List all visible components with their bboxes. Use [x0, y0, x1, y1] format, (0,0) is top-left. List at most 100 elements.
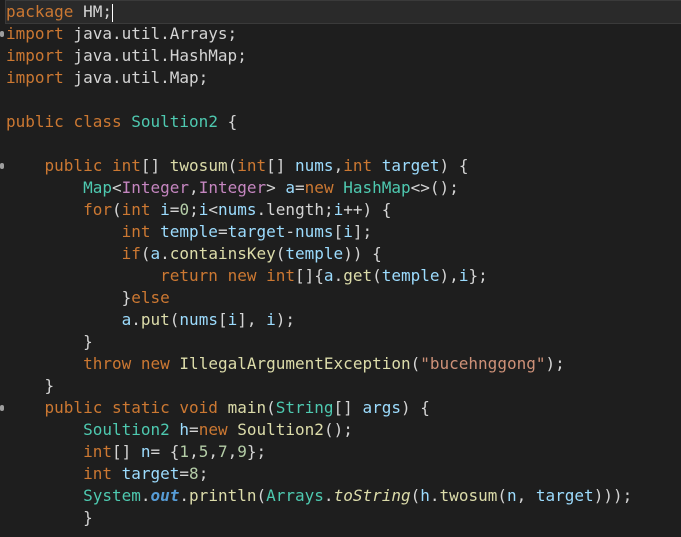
code-line[interactable]: return new int[]{a.get(temple),i}; — [6, 265, 681, 287]
code-token: ; — [198, 464, 209, 483]
code-token: "bucehnggong" — [420, 354, 546, 373]
code-line[interactable]: throw new IllegalArgumentException("buce… — [6, 353, 681, 375]
code-line[interactable]: } — [6, 375, 681, 397]
code-line[interactable]: Map<Integer,Integer> a=new HashMap<>(); — [6, 177, 681, 199]
code-line[interactable]: public class Soultion2 { — [6, 111, 681, 133]
code-token: HM; — [73, 2, 112, 21]
code-line[interactable]: package HM; — [5, 0, 681, 24]
fold-marker-icon[interactable] — [0, 163, 4, 169]
code-line[interactable]: } — [6, 507, 681, 529]
code-token: void — [179, 398, 218, 417]
code-line[interactable]: public static void main(String[] args) { — [0, 397, 681, 419]
fold-marker-icon[interactable] — [0, 31, 4, 37]
code-token: ( — [111, 200, 122, 219]
code-token: int — [121, 222, 151, 241]
code-line[interactable] — [6, 133, 681, 155]
code-line[interactable]: import java.util.Arrays; — [0, 23, 681, 45]
code-token: . — [179, 486, 190, 505]
code-token: > — [266, 178, 286, 197]
code-token: a — [285, 178, 296, 197]
code-token: new — [304, 178, 334, 197]
code-token: temple — [160, 222, 218, 241]
code-token: for — [83, 200, 112, 219]
code-token: int — [83, 442, 112, 461]
code-token: nums — [218, 200, 257, 219]
code-token: [] — [140, 156, 170, 175]
code-line[interactable]: int target=8; — [6, 463, 681, 485]
code-token: ) { — [439, 156, 469, 175]
code-line[interactable]: } — [6, 331, 681, 353]
code-token: i — [458, 266, 469, 285]
code-token: ( — [169, 310, 180, 329]
code-token: (); — [323, 420, 353, 439]
code-token: = — [217, 222, 228, 241]
code-line[interactable]: int[] n= {1,5,7,9}; — [6, 441, 681, 463]
code-line[interactable]: import java.util.HashMap; — [6, 45, 681, 67]
code-line[interactable]: Soultion2 h=new Soultion2(); — [6, 419, 681, 441]
code-token: ); — [275, 310, 296, 329]
code-line[interactable]: }else — [6, 287, 681, 309]
code-token: Integer — [121, 178, 190, 197]
code-token: twosum — [439, 486, 498, 505]
code-token: else — [131, 288, 170, 307]
code-line[interactable]: if(a.containsKey(temple)) { — [6, 243, 681, 265]
code-line[interactable]: for(int i=0;i<nums.length;i++) { — [6, 199, 681, 221]
code-line[interactable] — [6, 89, 681, 111]
code-token: a — [121, 310, 132, 329]
code-token: 8 — [189, 464, 199, 483]
code-token: i — [343, 222, 353, 241]
code-token: { — [217, 112, 238, 131]
code-token: [ — [217, 310, 228, 329]
code-editor[interactable]: package HM; import java.util.Arrays; impor… — [0, 0, 681, 537]
code-area[interactable]: package HM; import java.util.Arrays; impor… — [0, 0, 681, 537]
code-token: nums — [179, 310, 218, 329]
code-line[interactable]: int temple=target-nums[i]; — [6, 221, 681, 243]
code-token: , — [333, 156, 344, 175]
code-token: int — [83, 464, 112, 483]
code-token: int — [266, 266, 296, 285]
code-token: import — [6, 46, 64, 65]
code-token: = — [179, 464, 190, 483]
code-token: , — [189, 442, 199, 461]
code-line[interactable]: public int[] twosum(int[] nums,int targe… — [0, 155, 681, 177]
code-token: import — [6, 68, 64, 87]
code-token: < — [208, 200, 218, 219]
fold-marker-icon[interactable] — [0, 405, 4, 411]
code-token: ); — [545, 354, 565, 373]
code-token: ( — [140, 244, 151, 263]
code-token: . — [429, 486, 440, 505]
code-token: out — [150, 486, 180, 505]
code-token: a — [323, 266, 334, 285]
code-line[interactable]: import java.util.Map; — [6, 67, 681, 89]
code-token: java.util.Map; — [63, 68, 209, 87]
editor-gutter[interactable] — [0, 0, 5, 537]
code-token: package — [6, 2, 74, 21]
code-token: } — [6, 508, 93, 527]
code-token: i — [333, 200, 344, 219]
code-token: java.util.Arrays; — [63, 24, 238, 43]
code-token: ( — [497, 486, 507, 505]
code-token: Integer — [198, 178, 267, 197]
code-token: 5 — [198, 442, 209, 461]
code-token: []{ — [295, 266, 324, 285]
code-token: ) { — [400, 398, 430, 417]
code-line[interactable]: a.put(nums[i], i); — [6, 309, 681, 331]
code-token: 1 — [179, 442, 190, 461]
code-line[interactable]: System.out.println(Arrays.toString(h.two… — [6, 485, 681, 507]
code-token: get — [343, 266, 373, 285]
